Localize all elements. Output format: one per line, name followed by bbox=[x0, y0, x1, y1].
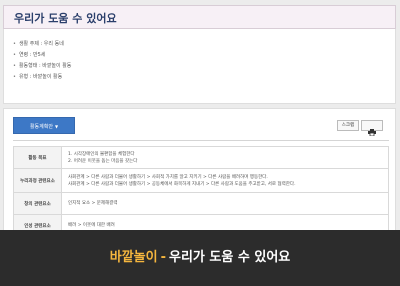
banner-title: 우리가 도움 수 있어요 bbox=[169, 250, 291, 265]
info-item: 유형 : 바깥놀이 활동 bbox=[13, 72, 71, 83]
table-row: 누리과정 관련요소 사회관계 > 다른 사람과 더불어 생활하기 > 사회적 가… bbox=[13, 168, 389, 193]
divider bbox=[13, 140, 389, 141]
table-row: 창의 관련요소 인지적 요소 > 문제해결력 bbox=[13, 192, 389, 215]
info-item: 활동형태 : 바깥놀이 활동 bbox=[13, 61, 71, 72]
row-line: 사회관계 > 다른 사람과 더불어 생활하기 > 사회적 가치를 알고 지키기 … bbox=[68, 174, 268, 180]
banner-text: 바깥놀이 - 우리가 도움 수 있어요 bbox=[0, 230, 400, 286]
banner-category: 바깥놀이 bbox=[109, 250, 158, 265]
info-item: 생활 주제 : 우리 동네 bbox=[13, 39, 71, 50]
row-content: 인지적 요소 > 문제해결력 bbox=[61, 192, 389, 215]
row-line: 인지적 요소 > 문제해결력 bbox=[68, 201, 118, 206]
info-panel: 생활 주제 : 우리 동네 연령 : 만5세 활동형태 : 바깥놀이 활동 유형… bbox=[3, 29, 396, 104]
scrap-button[interactable]: 스크랩 bbox=[337, 120, 359, 131]
row-content: 사회관계 > 다른 사람과 더불어 생활하기 > 사회적 가치를 알고 지키기 … bbox=[61, 168, 389, 193]
activity-plan-label: 활동계획안 bbox=[29, 124, 53, 130]
print-button[interactable] bbox=[361, 120, 383, 137]
info-list: 생활 주제 : 우리 동네 연령 : 만5세 활동형태 : 바깥놀이 활동 유형… bbox=[13, 39, 71, 83]
info-item: 연령 : 만5세 bbox=[13, 50, 71, 61]
row-header: 창의 관련요소 bbox=[13, 192, 62, 215]
caption-banner: 바깥놀이 - 우리가 도움 수 있어요 bbox=[0, 230, 400, 286]
row-line: 배려 > 이웃에 대한 배려 bbox=[68, 223, 115, 228]
banner-separator: - bbox=[160, 250, 167, 265]
row-header: 누리과정 관련요소 bbox=[13, 168, 62, 193]
row-line: 1. 시각장애인의 불편함을 체험한다 bbox=[68, 151, 135, 157]
row-content: 1. 시각장애인의 불편함을 체험한다 2. 어려운 이웃을 돕는 마음을 갖는… bbox=[61, 146, 389, 169]
title-box: 우리가 도움 수 있어요 bbox=[3, 5, 396, 29]
activity-plan-button[interactable]: 활동계획안 ▼ bbox=[13, 117, 75, 134]
row-line: 2. 어려운 이웃을 돕는 마음을 갖는다 bbox=[68, 158, 138, 164]
row-header: 활동 목표 bbox=[13, 146, 62, 169]
printer-icon bbox=[368, 129, 376, 137]
page: 우리가 도움 수 있어요 생활 주제 : 우리 동네 연령 : 만5세 활동형태… bbox=[0, 0, 400, 286]
caret-down-icon: ▼ bbox=[54, 124, 59, 129]
row-line: 사회관계 > 다른 사람과 더불어 생활하기 > 공동체에서 화목하게 지내기 … bbox=[68, 181, 296, 187]
table-row: 활동 목표 1. 시각장애인의 불편함을 체험한다 2. 어려운 이웃을 돕는 … bbox=[13, 146, 389, 169]
page-title: 우리가 도움 수 있어요 bbox=[14, 12, 117, 25]
